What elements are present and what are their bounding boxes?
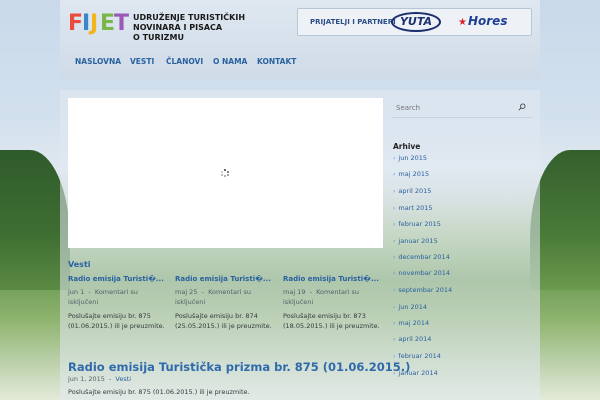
featured-post-meta: jun 1, 2015 - Vesti (68, 375, 132, 383)
archive-item[interactable]: › maj 2015 (393, 170, 429, 178)
hores-star-icon: ★ (458, 17, 467, 28)
archive-item[interactable]: › maj 2014 (393, 319, 429, 327)
archive-item[interactable]: › mart 2015 (393, 204, 433, 212)
org-name-line-1: UDRUŽENJE TURISTIČKIH (133, 13, 246, 22)
post-title[interactable]: Radio emisija Turisti�... (68, 275, 168, 283)
chevron-right-icon: › (393, 370, 396, 377)
chevron-right-icon: › (393, 304, 396, 311)
nav-item-vesti[interactable]: VESTI (130, 57, 154, 66)
section-title-vesti[interactable]: Vesti (68, 260, 91, 269)
org-name-line-3: O TURIZMU (133, 33, 184, 42)
nav-item-naslovna[interactable]: NASLOVNA (75, 57, 121, 66)
archive-title: Arhive (393, 142, 421, 151)
search-input[interactable] (396, 102, 511, 114)
chevron-right-icon: › (393, 188, 396, 195)
chevron-right-icon: › (393, 353, 396, 360)
chevron-right-icon: › (393, 336, 396, 343)
logo-letter-j: J (90, 11, 99, 36)
logo-letter-e: E (100, 11, 116, 36)
archive-item[interactable]: › septembar 2014 (393, 286, 452, 294)
chevron-right-icon: › (393, 238, 396, 245)
post-excerpt: Poslušajte emisiju br. 873 (18.05.2015.)… (283, 312, 380, 330)
partners-box: PRIJATELJI I PARTNERI YUTA ★Hores (297, 8, 532, 36)
chevron-right-icon: › (393, 320, 396, 327)
post-card: Radio emisija Turisti�... maj 19 - Komen… (283, 275, 383, 331)
featured-post-category[interactable]: Vesti (115, 375, 131, 383)
org-name-line-2: NOVINARA I PISACA (133, 23, 223, 32)
post-card: Radio emisija Turisti�... jun 1 - Koment… (68, 275, 168, 331)
post-date: maj 25 (175, 288, 198, 296)
logo-letter-f: F (68, 11, 84, 36)
nav-item-clanovi[interactable]: ČLANOVI (166, 57, 203, 66)
archive-item-label: april 2015 (398, 187, 432, 195)
archive-item[interactable]: › decembar 2014 (393, 253, 450, 261)
post-meta: maj 25 - Komentari su isključeni (175, 288, 252, 306)
featured-post-excerpt: Poslušajte emisiju br. 875 (01.06.2015.)… (68, 388, 250, 396)
archive-item-label: jun 2015 (398, 154, 428, 162)
logo-letter-i: I (82, 11, 91, 36)
post-date: jun 1 (68, 288, 85, 296)
chevron-right-icon: › (393, 155, 396, 162)
chevron-right-icon: › (393, 205, 396, 212)
post-date: maj 19 (283, 288, 306, 296)
archive-item-label: februar 2015 (398, 220, 441, 228)
archive-item-label: jun 2014 (398, 303, 428, 311)
archive-item-label: april 2014 (398, 335, 432, 343)
featured-post-date: jun 1, 2015 (68, 375, 105, 383)
hores-logo-text: Hores (467, 14, 508, 28)
search-icon[interactable] (518, 103, 526, 111)
archive-item[interactable]: › april 2015 (393, 187, 431, 195)
partner-logo-hores[interactable]: ★Hores (458, 14, 507, 28)
organization-name: UDRUŽENJE TURISTIČKIH NOVINARA I PISACA … (133, 13, 246, 43)
post-excerpt: Poslušajte emisiju br. 874 (25.05.2015.)… (175, 312, 272, 330)
background-forest-right (530, 150, 600, 290)
archive-item[interactable]: › jun 2014 (393, 303, 427, 311)
archive-item-label: septembar 2014 (398, 286, 453, 294)
nav-item-kontakt[interactable]: KONTAKT (257, 57, 296, 66)
archive-item[interactable]: › januar 2014 (393, 369, 438, 377)
chevron-right-icon: › (393, 287, 396, 294)
archive-item-label: januar 2015 (398, 237, 438, 245)
search-box (392, 98, 532, 118)
archive-item[interactable]: › februar 2015 (393, 220, 441, 228)
archive-item-label: maj 2014 (398, 319, 430, 327)
chevron-right-icon: › (393, 171, 396, 178)
archive-item-label: novembar 2014 (398, 269, 451, 277)
nav-item-o-nama[interactable]: O NAMA (213, 57, 247, 66)
archive-item[interactable]: › februar 2014 (393, 352, 441, 360)
chevron-right-icon: › (393, 221, 396, 228)
archive-item-label: februar 2014 (398, 352, 441, 360)
post-title[interactable]: Radio emisija Turisti�... (283, 275, 383, 283)
post-meta: maj 19 - Komentari su isključeni (283, 288, 360, 306)
post-meta: jun 1 - Komentari su isključeni (68, 288, 138, 306)
loading-spinner-icon (221, 169, 229, 177)
post-title[interactable]: Radio emisija Turisti�... (175, 275, 275, 283)
archive-item[interactable]: › novembar 2014 (393, 269, 450, 277)
archive-item-label: decembar 2014 (398, 253, 450, 261)
post-card: Radio emisija Turisti�... maj 25 - Komen… (175, 275, 275, 331)
chevron-right-icon: › (393, 270, 396, 277)
archive-item-label: januar 2014 (398, 369, 438, 377)
archive-item[interactable]: › jun 2015 (393, 154, 427, 162)
chevron-right-icon: › (393, 254, 396, 261)
post-excerpt: Poslušajte emisiju br. 875 (01.06.2015.)… (68, 312, 165, 330)
archive-item[interactable]: › januar 2015 (393, 237, 438, 245)
featured-post-title[interactable]: Radio emisija Turistička prizma br. 875 … (68, 360, 410, 374)
site-logo[interactable]: F I J E T (68, 10, 130, 40)
archive-item[interactable]: › april 2014 (393, 335, 431, 343)
partner-logo-yuta[interactable]: YUTA (391, 12, 441, 32)
archive-item-label: maj 2015 (398, 170, 430, 178)
logo-letter-t: T (114, 11, 130, 36)
archive-item-label: mart 2015 (398, 204, 433, 212)
partners-label: PRIJATELJI I PARTNERI (310, 18, 396, 26)
